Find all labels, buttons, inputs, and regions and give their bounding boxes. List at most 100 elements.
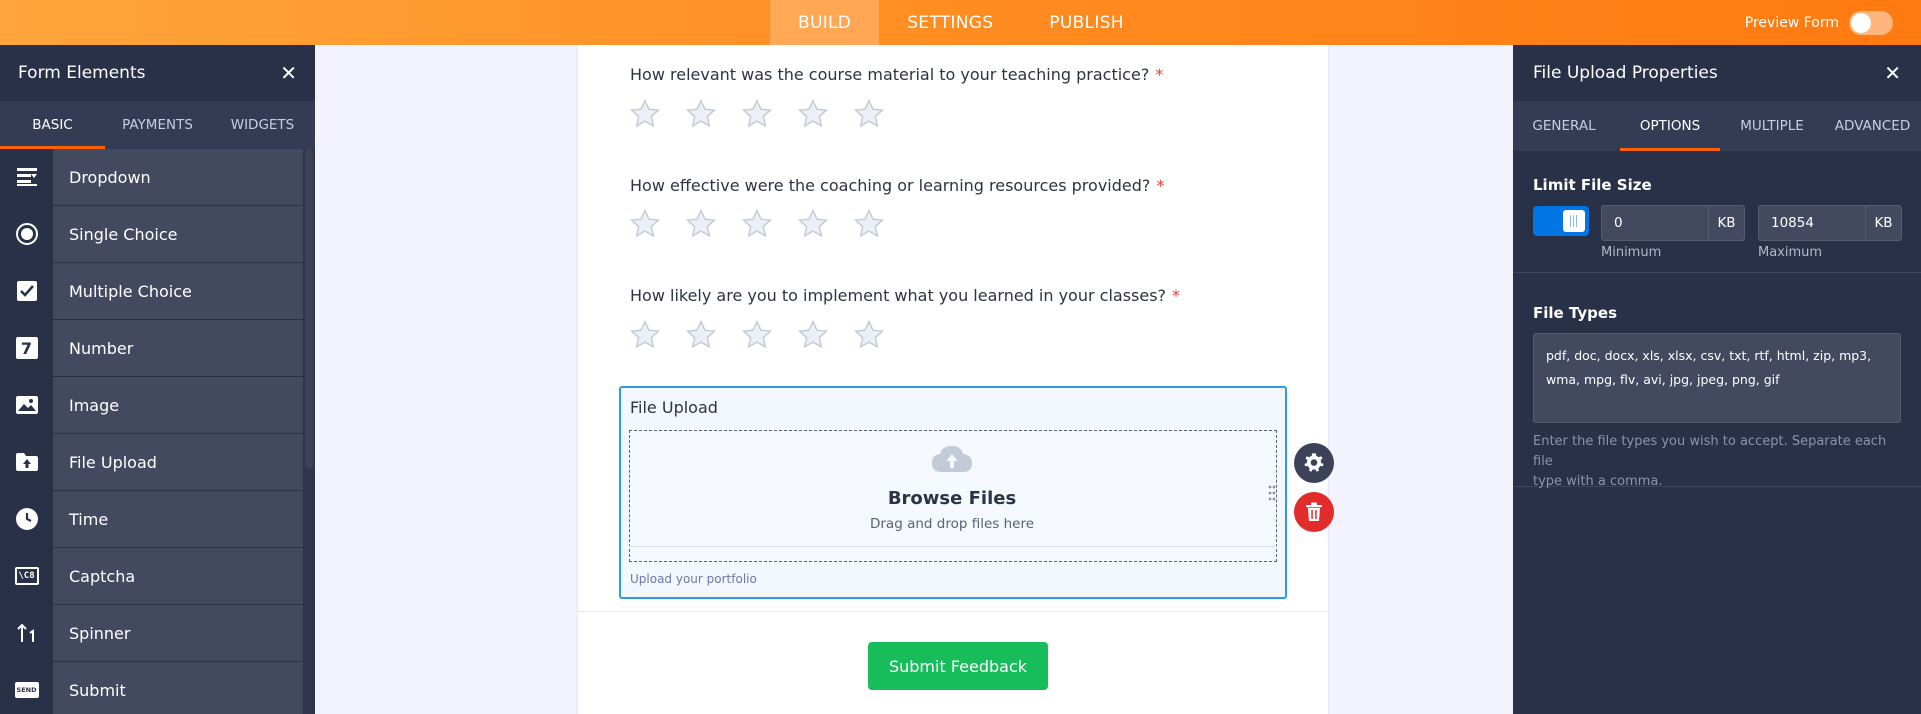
file-upload-icon — [0, 434, 53, 490]
element-label: Spinner — [53, 605, 303, 661]
tab-general[interactable]: GENERAL — [1513, 101, 1615, 151]
maximum-size-value[interactable]: 10854 — [1759, 206, 1865, 240]
file-types-title: File Types — [1533, 304, 1617, 322]
panel-scrollbar[interactable] — [303, 149, 315, 714]
element-submit[interactable]: SEND Submit — [0, 662, 303, 714]
gear-icon — [1304, 453, 1324, 472]
maximum-size-input[interactable]: 10854 KB — [1758, 205, 1902, 241]
star-icon[interactable] — [852, 97, 886, 131]
element-label: Multiple Choice — [53, 263, 303, 319]
form-elements-list: Dropdown Single Choice Multiple Choice 7… — [0, 149, 303, 714]
field-delete-button[interactable] — [1294, 492, 1334, 532]
top-bar: BUILD SETTINGS PUBLISH Preview Form — [0, 0, 1921, 45]
preview-form-toggle[interactable] — [1849, 10, 1893, 35]
tab-multiple[interactable]: MULTIPLE — [1720, 101, 1824, 151]
element-label: Image — [53, 377, 303, 433]
form-elements-header: Form Elements ✕ — [0, 45, 315, 101]
star-icon[interactable] — [684, 318, 718, 352]
tab-basic[interactable]: BASIC — [0, 101, 105, 149]
star-icon[interactable] — [628, 207, 662, 241]
minimum-size-value[interactable]: 0 — [1602, 206, 1708, 240]
element-time[interactable]: Time — [0, 491, 303, 548]
tab-advanced[interactable]: ADVANCED — [1824, 101, 1921, 151]
toggle-knob — [1851, 12, 1871, 33]
element-spinner[interactable]: Spinner — [0, 605, 303, 662]
toggle-knob — [1563, 210, 1585, 232]
limit-file-size-title: Limit File Size — [1533, 176, 1652, 194]
element-label: Submit — [53, 662, 303, 714]
element-file-upload[interactable]: File Upload — [0, 434, 303, 491]
captcha-icon-glyph: \C8 — [14, 567, 39, 585]
number-icon: 7 — [0, 320, 53, 376]
browse-files-title[interactable]: Browse Files — [829, 488, 1075, 509]
element-captcha[interactable]: \C8 Captcha — [0, 548, 303, 605]
file-types-textarea[interactable]: pdf, doc, docx, xls, xlsx, csv, txt, rtf… — [1533, 333, 1901, 423]
star-rating[interactable] — [628, 207, 886, 241]
limit-file-size-toggle[interactable] — [1533, 206, 1589, 236]
scrollbar-thumb[interactable] — [305, 149, 313, 469]
element-multiple-choice[interactable]: Multiple Choice — [0, 263, 303, 320]
file-types-line: pdf, doc, docx, xls, xlsx, csv, txt, rtf… — [1546, 348, 1872, 363]
panel-title: Form Elements — [18, 63, 146, 83]
help-line: type with a comma. — [1533, 474, 1663, 489]
top-nav: BUILD SETTINGS PUBLISH — [770, 0, 1152, 45]
image-icon — [0, 377, 53, 433]
star-icon[interactable] — [628, 318, 662, 352]
browse-files-subtitle: Drag and drop files here — [869, 516, 1035, 532]
dropzone-divider — [629, 546, 1277, 547]
star-icon[interactable] — [740, 318, 774, 352]
clock-icon — [0, 491, 53, 547]
send-icon: SEND — [0, 662, 53, 714]
tab-publish[interactable]: PUBLISH — [1021, 0, 1152, 45]
file-types-help: Enter the file types you wish to accept.… — [1533, 432, 1903, 492]
element-single-choice[interactable]: Single Choice — [0, 206, 303, 263]
send-icon-glyph: SEND — [14, 682, 39, 698]
cloud-upload-icon — [932, 446, 972, 472]
question-text: How likely are you to implement what you… — [630, 286, 1167, 305]
close-icon[interactable]: ✕ — [1884, 61, 1901, 85]
star-icon[interactable] — [628, 97, 662, 131]
tab-widgets[interactable]: WIDGETS — [210, 101, 315, 149]
star-icon[interactable] — [796, 207, 830, 241]
minimum-size-input[interactable]: 0 KB — [1601, 205, 1745, 241]
element-number[interactable]: 7 Number — [0, 320, 303, 377]
help-line: Enter the file types you wish to accept.… — [1533, 434, 1887, 469]
form-elements-panel: Form Elements ✕ BASIC PAYMENTS WIDGETS D… — [0, 45, 315, 714]
star-icon[interactable] — [740, 97, 774, 131]
tab-build[interactable]: BUILD — [770, 0, 880, 45]
required-mark: * — [1155, 65, 1164, 84]
question-text: How effective were the coaching or learn… — [630, 176, 1151, 195]
star-rating[interactable] — [628, 318, 886, 352]
star-icon[interactable] — [684, 207, 718, 241]
star-icon[interactable] — [852, 318, 886, 352]
star-icon[interactable] — [740, 207, 774, 241]
spinner-icon — [0, 605, 53, 661]
drag-handle-icon[interactable] — [1268, 484, 1276, 502]
radio-icon — [0, 206, 53, 262]
tab-settings[interactable]: SETTINGS — [879, 0, 1021, 45]
minimum-size-unit: KB — [1708, 206, 1744, 240]
star-icon[interactable] — [796, 318, 830, 352]
properties-title: File Upload Properties — [1533, 63, 1718, 83]
dropdown-icon — [0, 149, 53, 205]
trash-icon — [1306, 502, 1322, 521]
star-icon[interactable] — [852, 207, 886, 241]
tab-payments[interactable]: PAYMENTS — [105, 101, 210, 149]
question-text: How relevant was the course material to … — [630, 65, 1150, 84]
element-image[interactable]: Image — [0, 377, 303, 434]
element-label: Dropdown — [53, 149, 303, 205]
submit-feedback-button[interactable]: Submit Feedback — [868, 642, 1048, 690]
maximum-caption: Maximum — [1758, 245, 1823, 260]
star-rating[interactable] — [628, 97, 886, 131]
preview-form: Preview Form — [1745, 0, 1893, 45]
star-icon[interactable] — [684, 97, 718, 131]
number-icon-glyph: 7 — [15, 337, 38, 359]
form-page — [577, 45, 1329, 714]
field-settings-button[interactable] — [1294, 443, 1334, 483]
star-icon[interactable] — [796, 97, 830, 131]
close-icon[interactable]: ✕ — [280, 61, 297, 85]
tab-options[interactable]: OPTIONS — [1620, 101, 1720, 151]
element-label: Time — [53, 491, 303, 547]
element-dropdown[interactable]: Dropdown — [0, 149, 303, 206]
element-label: Captcha — [53, 548, 303, 604]
